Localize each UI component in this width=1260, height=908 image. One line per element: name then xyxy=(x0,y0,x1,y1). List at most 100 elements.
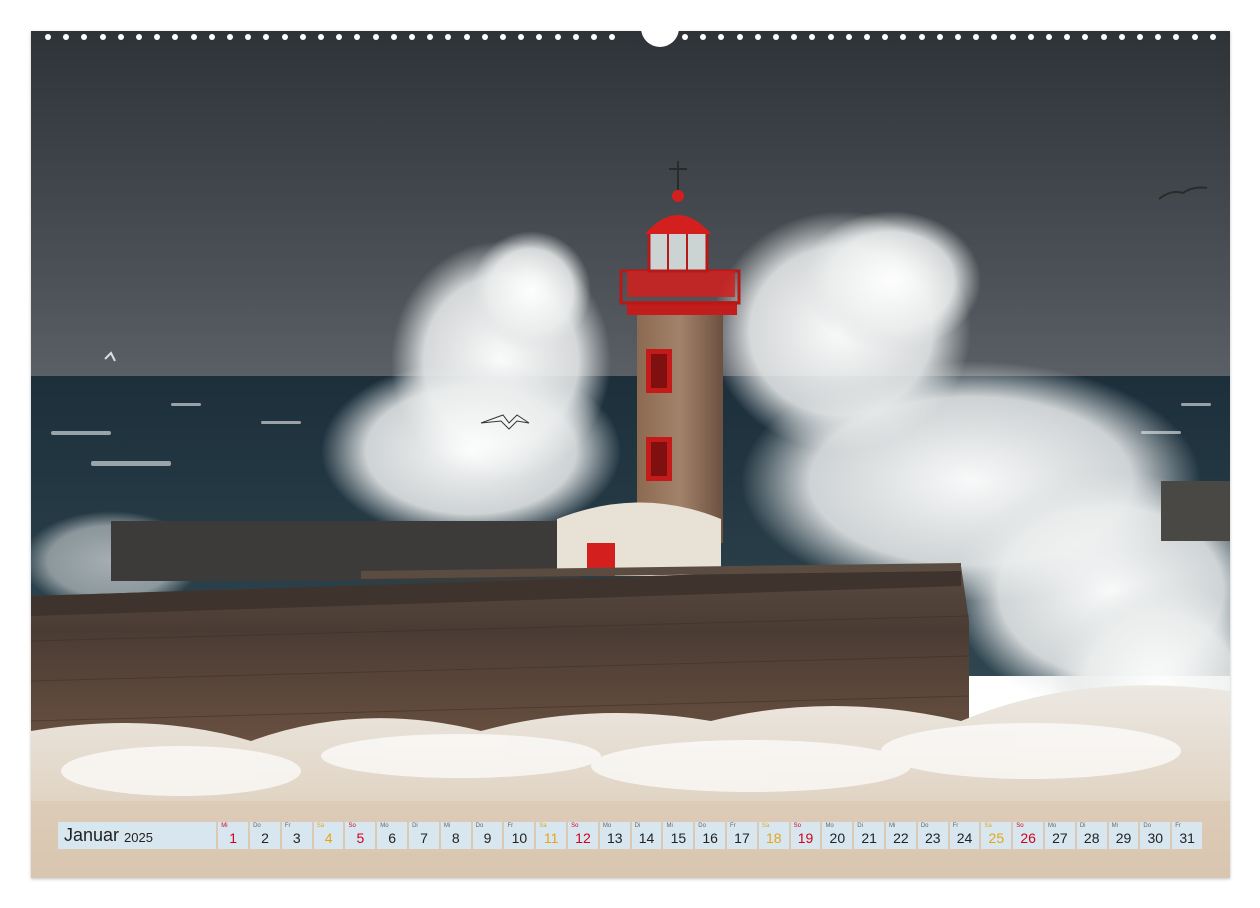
day-cell: Do 30 xyxy=(1140,822,1171,849)
day-number: 25 xyxy=(988,830,1005,846)
day-cell: Do 23 xyxy=(917,822,948,849)
day-of-week: Fr xyxy=(1175,823,1181,829)
day-cell: So 12 xyxy=(568,822,598,849)
day-cell: So 26 xyxy=(1013,822,1044,849)
day-cell: Fr 17 xyxy=(727,822,757,849)
month-name: Januar xyxy=(64,825,120,845)
day-number: 26 xyxy=(1020,830,1036,846)
day-number: 14 xyxy=(638,830,655,846)
day-of-week: Mo xyxy=(1048,823,1057,829)
day-of-week: Di xyxy=(857,823,863,829)
day-of-week: Mi xyxy=(1111,823,1118,829)
day-cell: Do 9 xyxy=(472,822,503,849)
day-cell: Fr 10 xyxy=(504,822,535,849)
day-number: 10 xyxy=(511,830,528,846)
day-of-week: So xyxy=(348,823,356,829)
day-cell: Mo 27 xyxy=(1045,822,1075,849)
day-number: 5 xyxy=(356,830,365,846)
day-number: 29 xyxy=(1115,830,1132,846)
day-number: 24 xyxy=(956,830,973,846)
day-cell: Sa 25 xyxy=(981,822,1012,849)
calendar-strip: Januar 2025 Mi 1 Do 2 Fr 3 Sa 4 So 5 Mo 6 Di 7 Mi 8 Do 9 F… xyxy=(58,822,1202,849)
day-cell: Mi 8 xyxy=(440,822,471,849)
day-of-week: Mi xyxy=(221,823,228,829)
day-of-week: So xyxy=(1016,823,1024,829)
day-of-week: Mi xyxy=(666,823,673,829)
day-number: 17 xyxy=(734,830,750,846)
day-cell: Mi 29 xyxy=(1108,822,1139,849)
year: 2025 xyxy=(124,829,153,845)
day-number: 15 xyxy=(670,830,687,846)
day-cell: Do 16 xyxy=(695,822,726,849)
day-number: 4 xyxy=(324,830,333,846)
day-number: 12 xyxy=(575,830,591,846)
day-cell: Mo 6 xyxy=(377,822,408,849)
day-of-week: Fr xyxy=(507,823,514,829)
day-of-week: Do xyxy=(698,823,706,829)
day-cell: Mi 15 xyxy=(663,822,694,849)
day-of-week: Do xyxy=(1143,823,1152,829)
day-number: 27 xyxy=(1052,830,1068,846)
day-cell: So 19 xyxy=(790,822,821,849)
day-cell: Mo 20 xyxy=(822,822,853,849)
day-of-week: Di xyxy=(634,823,641,829)
day-number: 6 xyxy=(388,830,397,846)
day-of-week: So xyxy=(793,823,801,829)
day-cell: Mi 22 xyxy=(886,822,916,849)
day-number: 3 xyxy=(292,830,301,846)
day-number: 19 xyxy=(797,830,814,846)
day-number: 23 xyxy=(924,830,941,846)
day-of-week: Fr xyxy=(952,823,959,829)
day-cell: Di 7 xyxy=(409,822,439,849)
day-number: 30 xyxy=(1147,830,1164,846)
day-cell: Fr 3 xyxy=(281,822,312,849)
day-number: 9 xyxy=(483,830,492,846)
day-number: 13 xyxy=(606,830,623,846)
hut xyxy=(557,502,721,576)
day-of-week: Di xyxy=(1079,823,1086,829)
month-label: Januar 2025 xyxy=(58,822,217,849)
day-number: 18 xyxy=(765,830,782,846)
day-of-week: Sa xyxy=(316,823,325,829)
day-of-week: Mo xyxy=(602,823,612,829)
day-number: 1 xyxy=(229,830,238,846)
day-number: 7 xyxy=(420,830,428,846)
day-of-week: Do xyxy=(920,823,929,829)
day-of-week: Sa xyxy=(761,823,770,829)
day-of-week: Sa xyxy=(984,823,992,829)
day-cell: Di 21 xyxy=(854,822,885,849)
day-number: 21 xyxy=(861,830,877,846)
day-of-week: Mi xyxy=(443,823,451,829)
day-cell: Di 14 xyxy=(631,822,662,849)
day-number: 22 xyxy=(893,830,909,846)
calendar-page: Januar 2025 Mi 1 Do 2 Fr 3 Sa 4 So 5 Mo 6 Di 7 Mi 8 Do 9 F… xyxy=(0,0,1260,908)
day-number: 16 xyxy=(702,830,718,846)
day-number: 8 xyxy=(451,830,460,846)
day-cell: Sa 4 xyxy=(313,822,344,849)
day-cell: So 5 xyxy=(345,822,376,849)
day-of-week: So xyxy=(571,823,579,829)
day-cell: Fr 24 xyxy=(949,822,980,849)
day-cell: Di 28 xyxy=(1076,822,1107,849)
day-cell: Fr 31 xyxy=(1172,822,1202,849)
day-number: 11 xyxy=(543,830,559,846)
day-number: 2 xyxy=(261,830,269,846)
day-cell: Do 2 xyxy=(250,822,280,849)
day-number: 31 xyxy=(1179,830,1195,846)
day-cell: Sa 18 xyxy=(758,822,789,849)
day-cell: Sa 11 xyxy=(536,822,567,849)
day-of-week: Sa xyxy=(539,823,547,829)
day-number: 28 xyxy=(1083,830,1100,846)
day-cell: Mi 1 xyxy=(218,822,249,849)
day-of-week: Fr xyxy=(730,823,736,829)
day-number: 20 xyxy=(829,830,846,846)
day-of-week: Do xyxy=(475,823,484,829)
day-of-week: Mi xyxy=(889,823,896,829)
day-of-week: Do xyxy=(253,823,261,829)
sky xyxy=(31,31,1230,381)
day-of-week: Fr xyxy=(284,823,291,829)
day-of-week: Mo xyxy=(825,823,834,829)
day-of-week: Di xyxy=(412,823,418,829)
lighthouse-photo xyxy=(31,31,1230,878)
day-cell: Mo 13 xyxy=(599,822,630,849)
